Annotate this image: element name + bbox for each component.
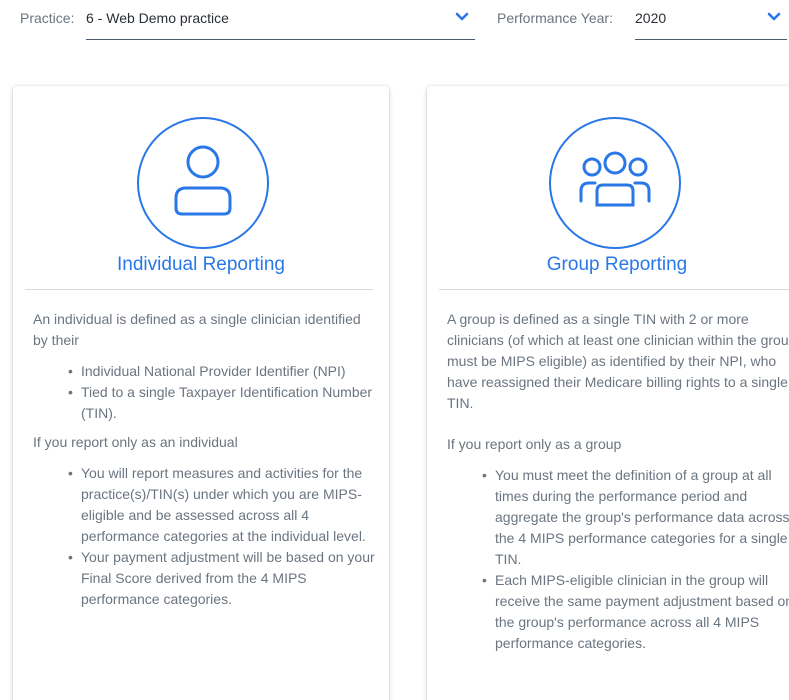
performance-year-label: Performance Year: [497,10,613,26]
practice-selector[interactable]: Practice: 6 - Web Demo practice [20,0,475,40]
group-if-list: You must meet the definition of a group … [479,465,789,654]
list-item: You will report measures and activities … [65,463,375,547]
group-icon [579,151,651,207]
selector-row: Practice: 6 - Web Demo practice Performa… [0,0,789,40]
practice-label: Practice: [20,10,75,26]
person-icon [174,145,232,216]
performance-year-selector[interactable]: Performance Year: 2020 [497,0,789,40]
list-item: Individual National Provider Identifier … [65,361,375,382]
individual-intro-list: Individual National Provider Identifier … [65,361,375,424]
group-reporting-card[interactable]: Group Reporting A group is defined as a … [427,86,789,700]
list-item: Tied to a single Taxpayer Identification… [65,382,375,424]
individual-if-list: You will report measures and activities … [65,463,375,610]
card-divider [439,289,789,290]
group-icon-circle [549,117,681,249]
individual-icon-circle [137,117,269,249]
individual-intro-text: An individual is defined as a single cli… [33,311,361,348]
individual-card-body: An individual is defined as a single cli… [33,309,375,610]
practice-value: 6 - Web Demo practice [86,10,229,26]
list-item: Your payment adjustment will be based on… [65,547,375,610]
group-intro-text: A group is defined as a single TIN with … [447,311,789,411]
chevron-down-icon[interactable] [767,12,781,22]
individual-reporting-card[interactable]: Individual Reporting An individual is de… [13,86,389,700]
practice-dropdown[interactable]: 6 - Web Demo practice [86,0,475,40]
individual-if-text: If you report only as an individual [33,434,238,450]
group-card-title: Group Reporting [546,254,688,275]
chevron-down-icon[interactable] [455,12,469,22]
performance-year-dropdown[interactable]: 2020 [635,0,787,40]
group-if-text: If you report only as a group [447,436,622,452]
performance-year-value: 2020 [635,10,667,26]
list-item: You must meet the definition of a group … [479,465,789,570]
card-divider [25,289,373,290]
list-item: Each MIPS-eligible clinician in the grou… [479,570,789,654]
individual-card-title: Individual Reporting [117,254,285,275]
group-card-body: A group is defined as a single TIN with … [447,309,789,654]
